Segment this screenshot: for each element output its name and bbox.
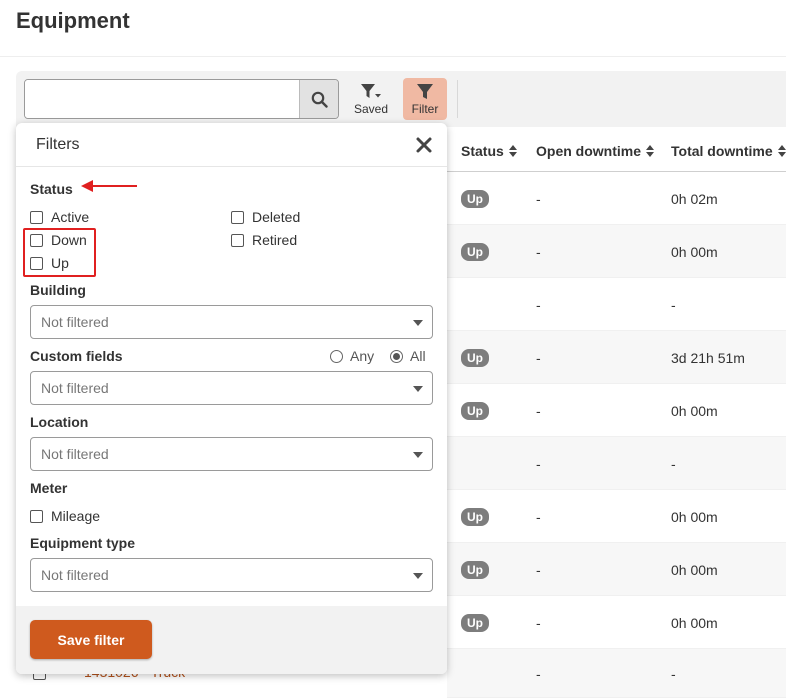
sort-icon xyxy=(508,145,517,157)
open-downtime-cell: - xyxy=(536,402,541,419)
custom-fields-label: Custom fields xyxy=(30,348,123,364)
annotation-arrow-icon xyxy=(81,180,137,192)
status-badge: Up xyxy=(461,507,489,526)
caret-down-icon xyxy=(413,386,423,392)
status-active-checkbox[interactable]: Active xyxy=(30,209,89,225)
status-retired-checkbox[interactable]: Retired xyxy=(231,232,297,248)
status-badge: Up xyxy=(461,560,489,579)
status-badge: Up xyxy=(461,189,489,208)
search-box xyxy=(24,79,339,119)
status-badge: Up xyxy=(461,348,489,367)
status-deleted-checkbox[interactable]: Deleted xyxy=(231,209,300,225)
table-row[interactable]: Up - 0h 00m xyxy=(447,490,786,543)
title-divider xyxy=(0,56,786,57)
filters-panel: Filters Status Active Deleted Down Retir… xyxy=(16,123,447,674)
status-badge: Up xyxy=(461,242,489,261)
total-downtime-cell: - xyxy=(671,296,676,313)
table-row[interactable]: - - xyxy=(447,437,786,490)
equipment-type-select[interactable]: Not filtered xyxy=(30,558,433,592)
open-downtime-cell: - xyxy=(536,508,541,525)
location-select[interactable]: Not filtered xyxy=(30,437,433,471)
saved-label: Saved xyxy=(353,101,389,116)
sort-icon xyxy=(646,145,654,157)
open-downtime-cell: - xyxy=(536,561,541,578)
custom-fields-select[interactable]: Not filtered xyxy=(30,371,433,405)
filters-title: Filters xyxy=(36,136,80,153)
open-downtime-cell: - xyxy=(536,190,541,207)
caret-down-icon xyxy=(413,452,423,458)
open-downtime-cell: - xyxy=(536,665,541,682)
total-downtime-cell: 0h 00m xyxy=(671,243,718,260)
equipment-type-label: Equipment type xyxy=(30,535,136,551)
total-downtime-cell: 3d 21h 51m xyxy=(671,349,745,366)
close-icon[interactable] xyxy=(415,136,433,154)
open-downtime-cell: - xyxy=(536,349,541,366)
filter-button[interactable]: Filter xyxy=(403,78,447,120)
open-downtime-cell: - xyxy=(536,455,541,472)
save-filter-button[interactable]: Save filter xyxy=(30,620,152,659)
total-downtime-cell: - xyxy=(671,665,676,682)
table-row[interactable]: - - xyxy=(447,649,786,698)
page-title: Equipment xyxy=(16,8,130,33)
table-row[interactable]: - - xyxy=(447,278,786,331)
table-row[interactable]: Up - 0h 02m xyxy=(447,172,786,225)
status-badge: Up xyxy=(461,401,489,420)
annotation-highlight-box xyxy=(23,228,96,277)
filters-header: Filters xyxy=(16,123,447,167)
filter-label: Filter xyxy=(411,101,439,116)
table-row[interactable]: Up - 0h 00m xyxy=(447,543,786,596)
table-row[interactable]: Up - 0h 00m xyxy=(447,596,786,649)
caret-down-icon xyxy=(413,573,423,579)
column-header-total-downtime[interactable]: Total downtime xyxy=(671,143,786,159)
location-label: Location xyxy=(30,414,89,430)
search-button[interactable] xyxy=(299,80,338,118)
table-row[interactable]: Up - 0h 00m xyxy=(447,225,786,278)
total-downtime-cell: 0h 00m xyxy=(671,508,718,525)
meter-label: Meter xyxy=(30,480,68,496)
caret-down-icon xyxy=(413,320,423,326)
column-header-open-downtime[interactable]: Open downtime xyxy=(536,143,654,159)
open-downtime-cell: - xyxy=(536,243,541,260)
filters-footer: Save filter xyxy=(16,606,447,674)
column-header-status[interactable]: Status xyxy=(461,143,517,159)
building-label: Building xyxy=(30,282,86,298)
table-row[interactable]: Up - 0h 00m xyxy=(447,384,786,437)
open-downtime-cell: - xyxy=(536,296,541,313)
equipment-table: Status Open downtime Total downtime Up -… xyxy=(447,127,786,698)
building-select[interactable]: Not filtered xyxy=(30,305,433,339)
total-downtime-cell: - xyxy=(671,455,676,472)
table-row[interactable]: Up - 3d 21h 51m xyxy=(447,331,786,384)
meter-mileage-checkbox[interactable]: Mileage xyxy=(30,508,100,524)
search-input[interactable] xyxy=(25,80,300,118)
custom-fields-all-radio[interactable]: All xyxy=(390,348,426,364)
open-downtime-cell: - xyxy=(536,614,541,631)
total-downtime-cell: 0h 02m xyxy=(671,190,718,207)
sort-icon xyxy=(777,145,786,157)
saved-filters-button[interactable]: Saved xyxy=(349,78,393,120)
total-downtime-cell: 0h 00m xyxy=(671,614,718,631)
total-downtime-cell: 0h 00m xyxy=(671,561,718,578)
toolbar-separator xyxy=(457,80,458,118)
search-icon xyxy=(311,91,328,108)
filter-dropdown-icon xyxy=(361,83,381,98)
total-downtime-cell: 0h 00m xyxy=(671,402,718,419)
toolbar: Saved Filter xyxy=(16,71,786,127)
custom-fields-any-radio[interactable]: Any xyxy=(330,348,374,364)
status-badge: Up xyxy=(461,613,489,632)
status-label: Status xyxy=(30,181,73,197)
filter-icon xyxy=(417,83,433,99)
